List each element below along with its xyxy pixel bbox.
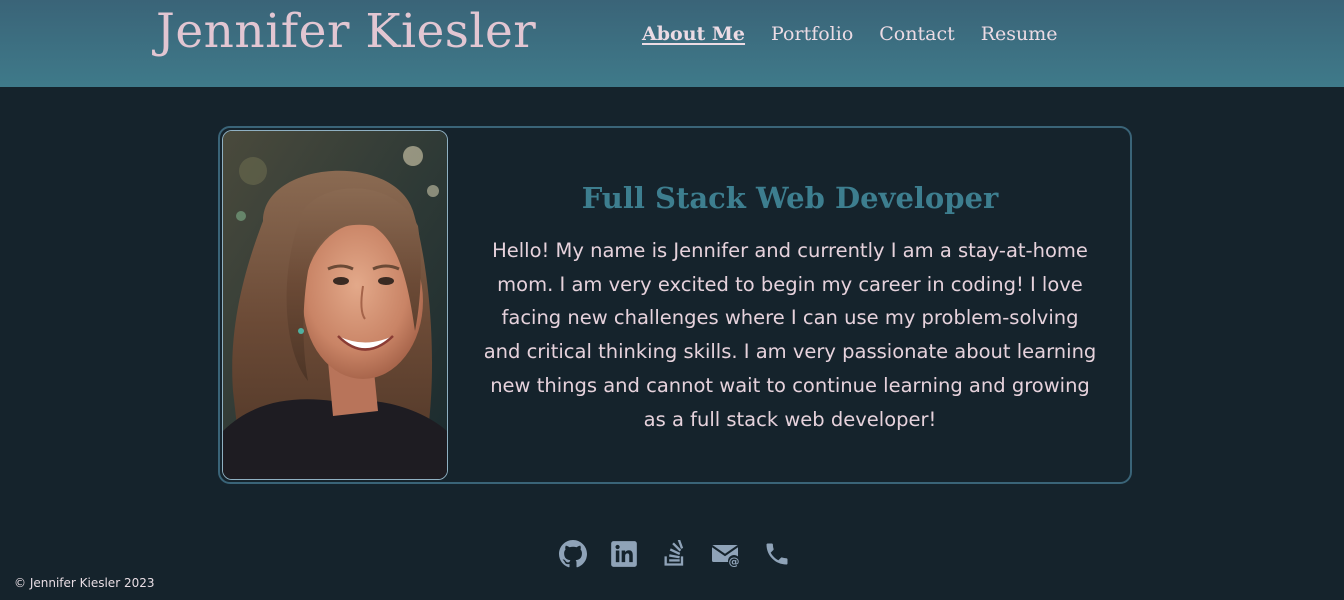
social-links: @ — [556, 537, 794, 571]
about-card: Full Stack Web Developer Hello! My name … — [218, 126, 1132, 484]
phone-icon[interactable] — [760, 537, 794, 571]
github-icon[interactable] — [556, 537, 590, 571]
svg-text:@: @ — [729, 555, 740, 568]
copyright-text: © Jennifer Kiesler 2023 — [14, 576, 155, 590]
nav-portfolio[interactable]: Portfolio — [771, 23, 853, 45]
profile-photo — [222, 130, 448, 480]
stackoverflow-icon[interactable] — [658, 537, 692, 571]
nav-about-me[interactable]: About Me — [642, 23, 745, 45]
nav-contact[interactable]: Contact — [879, 23, 954, 45]
about-bio: Hello! My name is Jennifer and currently… — [483, 239, 1097, 431]
about-heading: Full Stack Web Developer — [581, 181, 999, 215]
nav-resume[interactable]: Resume — [981, 23, 1058, 45]
email-icon[interactable]: @ — [709, 537, 743, 571]
site-header: Jennifer Kiesler About Me Portfolio Cont… — [0, 0, 1344, 87]
main-nav: About Me Portfolio Contact Resume — [642, 18, 1058, 50]
site-title: Jennifer Kiesler — [156, 4, 537, 59]
linkedin-icon[interactable] — [607, 537, 641, 571]
